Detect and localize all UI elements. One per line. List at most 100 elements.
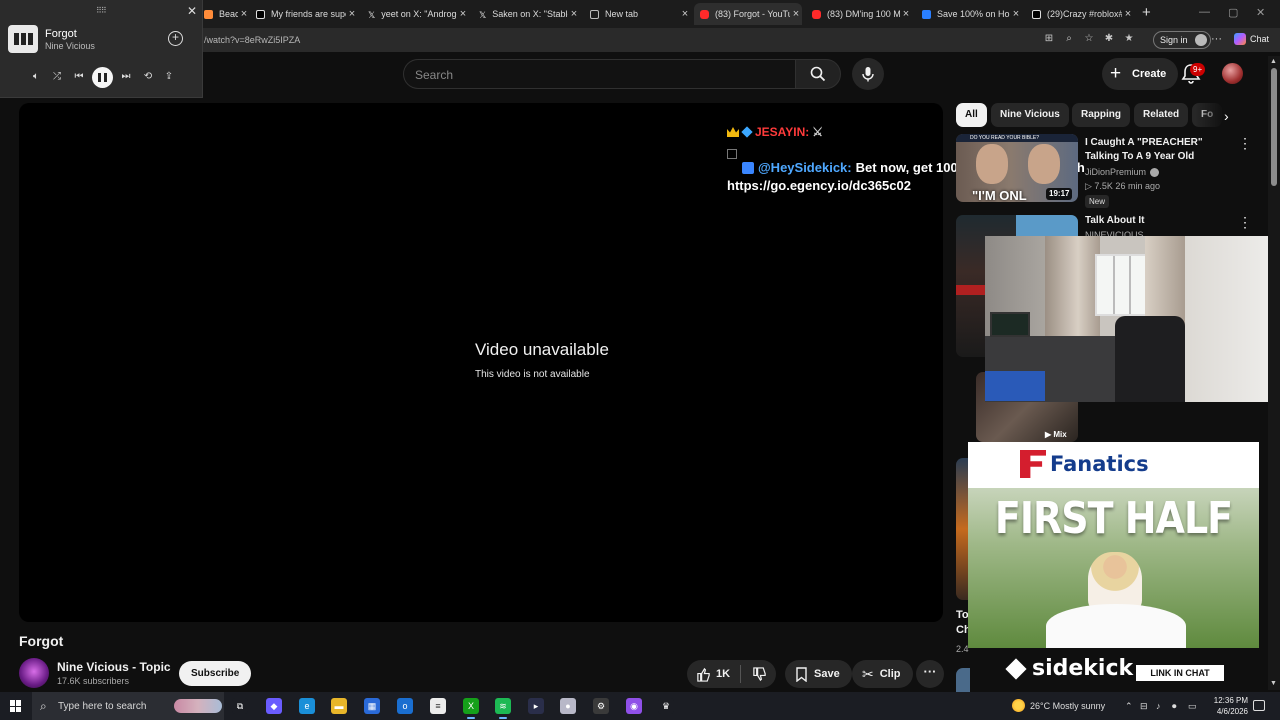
tab-0[interactable]: Beach Vi × xyxy=(198,3,250,25)
webcam-overlay xyxy=(985,236,1280,402)
app-light-icon[interactable]: ● xyxy=(560,698,576,714)
tab-5[interactable]: (83) Forgot - YouTub × xyxy=(694,3,802,25)
save-button[interactable]: Save xyxy=(785,660,852,688)
tab-1[interactable]: My friends are super × xyxy=(250,3,358,25)
favorites-icon[interactable]: ★ xyxy=(1122,32,1136,46)
weather-text[interactable]: 26°C Mostly sunny xyxy=(1030,701,1105,711)
spotify-icon[interactable]: ≋ xyxy=(495,698,511,719)
tab-close-icon[interactable]: × xyxy=(790,8,802,20)
tab-close-icon[interactable]: × xyxy=(679,8,691,20)
chip-all[interactable]: All xyxy=(956,103,987,127)
rec-title[interactable]: I Caught A "PREACHER" Talking To A 9 Yea… xyxy=(1085,136,1235,164)
crown-app-icon[interactable]: ♛ xyxy=(658,698,674,714)
task-view-icon[interactable]: ⧉ xyxy=(232,698,248,714)
rec-thumbnail[interactable] xyxy=(956,668,970,692)
microphone-icon[interactable]: ⏺︎ xyxy=(1172,701,1177,712)
rec-menu-icon[interactable]: ⋮ xyxy=(1238,215,1252,229)
rec-channel[interactable]: JiDionPremium xyxy=(1085,167,1160,177)
volume-icon[interactable]: 🔈︎ xyxy=(29,70,43,84)
tab-2[interactable]: 𝕏 yeet on X: "Androge × xyxy=(362,3,469,25)
shuffle-icon[interactable]: ⤮ xyxy=(50,70,64,84)
more-actions-button[interactable]: ··· xyxy=(916,660,944,688)
app-dark-icon[interactable]: ▸ xyxy=(528,698,544,714)
minimize-button[interactable]: — xyxy=(1199,6,1210,18)
favorite-star-icon[interactable]: ☆ xyxy=(1082,32,1096,46)
next-track-icon[interactable]: ⏭︎ xyxy=(119,70,133,84)
clip-button[interactable]: ✂ Clip xyxy=(852,660,913,688)
search-input[interactable]: Search xyxy=(403,59,795,89)
tab-4[interactable]: New tab × xyxy=(584,3,691,25)
tab-7[interactable]: Save 100% on House × xyxy=(916,3,1022,25)
subscribe-button[interactable]: Subscribe xyxy=(179,661,252,686)
close-window-button[interactable]: ✕ xyxy=(1256,6,1265,19)
chip-rapping[interactable]: Rapping xyxy=(1072,103,1130,127)
mix-label: ▶︎ Mix xyxy=(1045,430,1067,439)
extensions-icon[interactable]: ✱ xyxy=(1102,32,1116,46)
xbox-icon[interactable]: X xyxy=(463,698,479,719)
clock-time: 12:36 PM xyxy=(1213,696,1248,705)
dislike-button[interactable] xyxy=(743,660,776,688)
repeat-icon[interactable]: ⟲ xyxy=(141,70,155,84)
app-install-icon[interactable]: ⊞ xyxy=(1042,32,1056,46)
sign-in-button[interactable]: Sign in xyxy=(1153,31,1211,49)
share-icon[interactable]: ⇪ xyxy=(162,70,176,84)
app-gear-icon[interactable]: ⚙ xyxy=(593,698,609,714)
edge-icon[interactable]: e xyxy=(299,698,315,714)
scroll-up-icon[interactable]: ▲ xyxy=(1270,58,1277,65)
notifications-icon[interactable] xyxy=(1253,700,1265,711)
like-button[interactable]: 1K xyxy=(687,660,739,688)
tab-8[interactable]: (29)Crazy #roblox#g × xyxy=(1026,3,1134,25)
discord-icon[interactable]: ◉ xyxy=(626,698,642,714)
chat-username: JESAYIN: xyxy=(755,125,810,139)
tab-close-icon[interactable]: × xyxy=(900,8,912,20)
previous-track-icon[interactable]: ⏮︎ xyxy=(72,70,86,84)
copilot-label: Chat xyxy=(1250,34,1270,44)
channel-name[interactable]: Nine Vicious - Topic xyxy=(57,660,171,674)
add-to-library-icon[interactable]: + xyxy=(168,31,183,46)
tab-close-icon[interactable]: × xyxy=(457,8,469,20)
thumb-sky xyxy=(1016,215,1078,237)
channel-avatar[interactable] xyxy=(19,658,49,688)
tab-3[interactable]: 𝕏 Saken on X: "Stable × xyxy=(473,3,580,25)
browser-menu-icon[interactable]: ··· xyxy=(1211,33,1222,45)
windows-start-icon[interactable] xyxy=(10,700,22,712)
show-hidden-icons-icon[interactable]: ⌃ xyxy=(1125,701,1133,712)
search-button[interactable] xyxy=(795,59,841,89)
new-tab-icon xyxy=(590,9,599,19)
url-field[interactable]: /watch?v=8eRwZi5IPZA xyxy=(204,35,300,45)
taskbar-clock[interactable]: 12:36 PM 4/6/2026 xyxy=(1206,695,1248,717)
file-explorer-icon[interactable]: ▬ xyxy=(331,698,347,714)
volume-icon[interactable]: ♪ xyxy=(1156,701,1161,711)
close-icon[interactable]: ✕ xyxy=(187,4,197,18)
notepad-icon[interactable]: ≡ xyxy=(430,698,446,714)
create-button[interactable]: + Create xyxy=(1102,58,1179,90)
battery-icon[interactable]: ▭ xyxy=(1188,701,1197,712)
store-icon[interactable]: ▦ xyxy=(364,698,380,714)
pause-button[interactable] xyxy=(92,67,113,88)
network-icon[interactable]: ⊟ xyxy=(1140,701,1148,712)
copilot-app-icon[interactable]: ◆ xyxy=(266,698,282,714)
zoom-icon[interactable]: ⌕ xyxy=(1062,32,1076,46)
voice-search-button[interactable] xyxy=(852,58,884,90)
weather-sun-icon[interactable] xyxy=(1012,699,1025,712)
scrollbar-thumb[interactable] xyxy=(1271,68,1277,186)
scroll-down-icon[interactable]: ▼ xyxy=(1270,680,1277,687)
copilot-chat-button[interactable]: Chat xyxy=(1234,33,1269,45)
rec-title[interactable]: Talk About It xyxy=(1085,215,1144,226)
video-title: Forgot xyxy=(19,633,64,649)
tab-close-icon[interactable]: × xyxy=(1122,8,1134,20)
new-tab-button[interactable]: + xyxy=(1142,4,1151,21)
chip-related[interactable]: Related xyxy=(1134,103,1189,127)
drag-handle-icon[interactable]: ⠿⠿ xyxy=(96,6,107,15)
tab-close-icon[interactable]: × xyxy=(568,8,580,20)
maximize-button[interactable]: ▢ xyxy=(1228,6,1238,19)
tab-close-icon[interactable]: × xyxy=(1010,8,1022,20)
tab-6[interactable]: (83) DM'ing 100 MI × xyxy=(806,3,912,25)
account-avatar[interactable] xyxy=(1222,63,1243,84)
rec-menu-icon[interactable]: ⋮ xyxy=(1238,136,1252,150)
chip-nine-vicious[interactable]: Nine Vicious xyxy=(991,103,1069,127)
tab-close-icon[interactable]: × xyxy=(346,8,358,20)
chevron-right-icon[interactable]: › xyxy=(1224,108,1229,124)
outlook-icon[interactable]: o xyxy=(397,698,413,714)
tab-close-icon[interactable]: × xyxy=(238,8,250,20)
